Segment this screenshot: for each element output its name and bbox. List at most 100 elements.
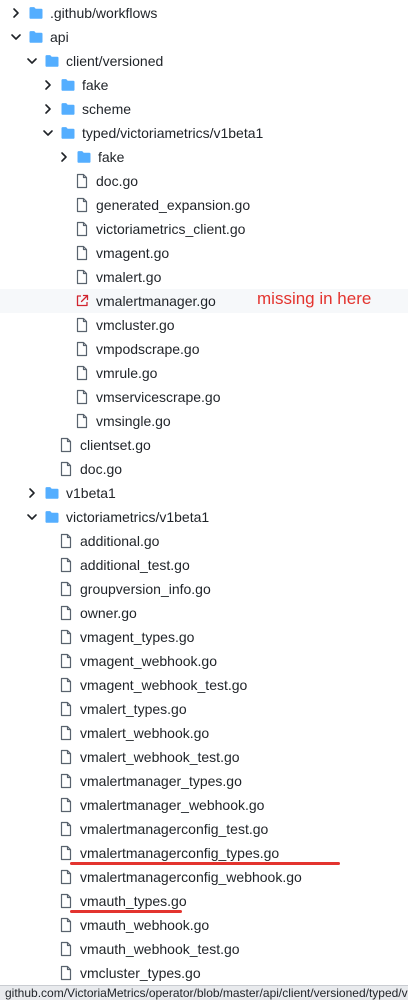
tree-item-label: vmalertmanager_webhook.go bbox=[80, 797, 265, 813]
folder-icon bbox=[28, 29, 44, 45]
tree-file-item[interactable]: vmalert_webhook.go bbox=[0, 721, 408, 745]
tree-file-item[interactable]: vmalertmanagerconfig_webhook.go bbox=[0, 865, 408, 889]
file-icon bbox=[74, 341, 90, 357]
tree-folder-item[interactable]: api bbox=[0, 25, 408, 49]
tree-file-item[interactable]: vmalert.go bbox=[0, 265, 408, 289]
folder-icon bbox=[44, 53, 60, 69]
tree-item-label: doc.go bbox=[96, 173, 139, 189]
tree-item-label: victoriametrics_client.go bbox=[96, 221, 246, 237]
tree-file-item[interactable]: vmpodscrape.go bbox=[0, 337, 408, 361]
tree-file-item[interactable]: vmsingle.go bbox=[0, 409, 408, 433]
tree-item-label: vmcluster_types.go bbox=[80, 965, 201, 981]
tree-folder-item[interactable]: fake bbox=[0, 73, 408, 97]
external-link-icon bbox=[74, 293, 90, 309]
tree-item-label: vmalertmanager.go bbox=[96, 293, 216, 309]
tree-file-item[interactable]: vmrule.go bbox=[0, 361, 408, 385]
file-icon bbox=[58, 773, 74, 789]
tree-file-item[interactable]: vmauth_webhook_test.go bbox=[0, 937, 408, 961]
chevron-down-icon[interactable] bbox=[10, 31, 22, 43]
file-icon bbox=[58, 653, 74, 669]
tree-file-item[interactable]: victoriametrics_client.go bbox=[0, 217, 408, 241]
tree-file-item[interactable]: vmagent_types.go bbox=[0, 625, 408, 649]
tree-item-label: vmrule.go bbox=[96, 365, 158, 381]
chevron-right-icon[interactable] bbox=[26, 487, 38, 499]
tree-file-item[interactable]: vmauth_types.go bbox=[0, 889, 408, 913]
tree-item-label: vmauth_webhook.go bbox=[80, 917, 210, 933]
tree-file-item[interactable]: vmservicescrape.go bbox=[0, 385, 408, 409]
tree-item-label: vmalertmanagerconfig_test.go bbox=[80, 821, 269, 837]
tree-file-item[interactable]: vmagent_webhook_test.go bbox=[0, 673, 408, 697]
tree-file-item[interactable]: doc.go bbox=[0, 169, 408, 193]
file-icon bbox=[74, 197, 90, 213]
file-icon bbox=[74, 389, 90, 405]
tree-item-label: doc.go bbox=[80, 461, 123, 477]
file-icon bbox=[58, 437, 74, 453]
folder-icon bbox=[44, 485, 60, 501]
file-icon bbox=[58, 461, 74, 477]
tree-folder-item[interactable]: v1beta1 bbox=[0, 481, 408, 505]
tree-file-item[interactable]: vmagent_webhook.go bbox=[0, 649, 408, 673]
file-icon bbox=[74, 365, 90, 381]
tree-item-label: vmcluster.go bbox=[96, 317, 175, 333]
missing-annotation: missing in here bbox=[257, 289, 372, 308]
file-icon bbox=[58, 725, 74, 741]
tree-item-label: vmalert_webhook.go bbox=[80, 725, 210, 741]
tree-file-item[interactable]: groupversion_info.go bbox=[0, 577, 408, 601]
file-icon bbox=[58, 941, 74, 957]
tree-file-item[interactable]: vmalertmanager_webhook.go bbox=[0, 793, 408, 817]
file-icon bbox=[74, 221, 90, 237]
tree-file-item[interactable]: vmagent.go bbox=[0, 241, 408, 265]
chevron-right-icon[interactable] bbox=[10, 7, 22, 19]
file-icon bbox=[58, 749, 74, 765]
file-icon bbox=[58, 701, 74, 717]
tree-folder-item[interactable]: typed/victoriametrics/v1beta1 bbox=[0, 121, 408, 145]
chevron-down-icon[interactable] bbox=[42, 127, 54, 139]
folder-icon bbox=[60, 101, 76, 117]
tree-folder-item[interactable]: .github/workflows bbox=[0, 1, 408, 25]
tree-item-label: fake bbox=[98, 149, 125, 165]
tree-file-item[interactable]: clientset.go bbox=[0, 433, 408, 457]
tree-item-label: vmalert_webhook_test.go bbox=[80, 749, 240, 765]
tree-folder-item[interactable]: victoriametrics/v1beta1 bbox=[0, 505, 408, 529]
tree-item-label: vmalertmanagerconfig_webhook.go bbox=[80, 869, 302, 885]
tree-folder-item[interactable]: fake bbox=[0, 145, 408, 169]
file-icon bbox=[58, 821, 74, 837]
tree-file-item[interactable]: vmcluster.go bbox=[0, 313, 408, 337]
tree-file-item[interactable]: vmalert_webhook_test.go bbox=[0, 745, 408, 769]
tree-file-item[interactable]: generated_expansion.go bbox=[0, 193, 408, 217]
tree-file-item[interactable]: additional_test.go bbox=[0, 553, 408, 577]
tree-item-label: v1beta1 bbox=[66, 485, 116, 501]
tree-item-label: .github/workflows bbox=[50, 5, 158, 21]
chevron-right-icon[interactable] bbox=[58, 151, 70, 163]
tree-file-item[interactable]: vmauth_webhook.go bbox=[0, 913, 408, 937]
file-icon bbox=[58, 605, 74, 621]
tree-file-item[interactable]: vmalert_types.go bbox=[0, 697, 408, 721]
file-icon bbox=[58, 533, 74, 549]
tree-file-item[interactable]: additional.go bbox=[0, 529, 408, 553]
chevron-down-icon[interactable] bbox=[26, 511, 38, 523]
file-icon bbox=[74, 269, 90, 285]
file-icon bbox=[58, 797, 74, 813]
tree-file-item[interactable]: owner.go bbox=[0, 601, 408, 625]
status-bar-url: github.com/VictoriaMetrics/operator/blob… bbox=[0, 985, 408, 1000]
tree-item-label: generated_expansion.go bbox=[96, 197, 251, 213]
chevron-down-icon[interactable] bbox=[26, 55, 38, 67]
tree-item-label: victoriametrics/v1beta1 bbox=[66, 509, 210, 525]
tree-folder-item[interactable]: scheme bbox=[0, 97, 408, 121]
chevron-right-icon[interactable] bbox=[42, 79, 54, 91]
tree-item-label: vmagent_webhook.go bbox=[80, 653, 217, 669]
tree-folder-item[interactable]: client/versioned bbox=[0, 49, 408, 73]
tree-item-label: vmauth_webhook_test.go bbox=[80, 941, 240, 957]
file-icon bbox=[58, 581, 74, 597]
tree-item-label: clientset.go bbox=[80, 437, 151, 453]
tree-item-label: fake bbox=[82, 77, 109, 93]
tree-file-item[interactable]: vmalertmanager_types.go bbox=[0, 769, 408, 793]
folder-icon bbox=[76, 149, 92, 165]
chevron-right-icon[interactable] bbox=[42, 103, 54, 115]
file-icon bbox=[58, 629, 74, 645]
tree-item-label: typed/victoriametrics/v1beta1 bbox=[82, 125, 264, 141]
tree-file-item[interactable]: vmcluster_types.go bbox=[0, 961, 408, 985]
tree-file-item[interactable]: doc.go bbox=[0, 457, 408, 481]
file-icon bbox=[58, 557, 74, 573]
tree-file-item[interactable]: vmalertmanagerconfig_test.go bbox=[0, 817, 408, 841]
